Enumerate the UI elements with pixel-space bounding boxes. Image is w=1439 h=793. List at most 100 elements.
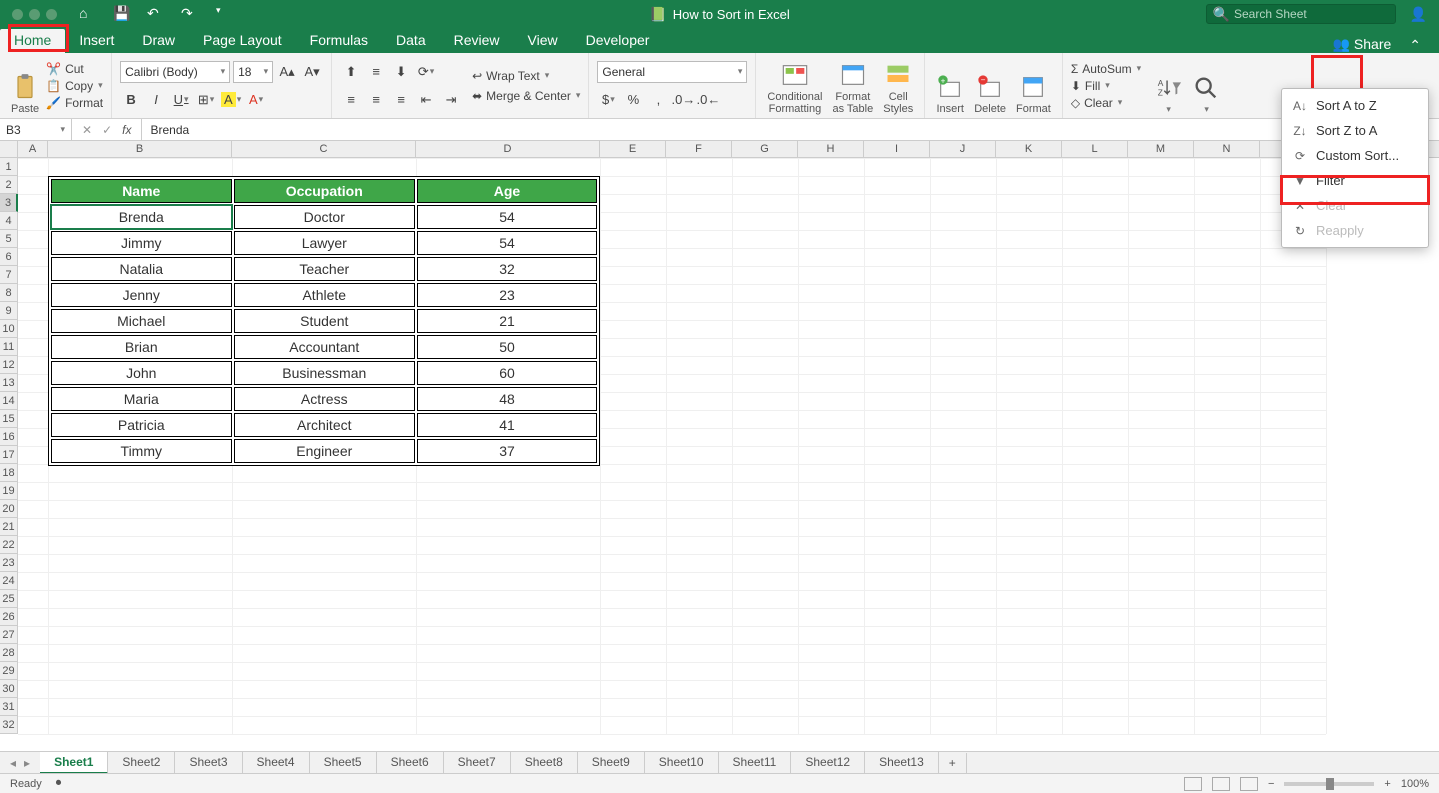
undo-icon[interactable]: ↶ bbox=[147, 6, 163, 22]
cut-button[interactable]: ✂️Cut bbox=[46, 62, 103, 76]
row-header-17[interactable]: 17 bbox=[0, 446, 18, 464]
home-icon[interactable]: ⌂ bbox=[79, 6, 95, 22]
decrease-decimal-button[interactable]: .0← bbox=[697, 89, 719, 111]
merge-center-button[interactable]: ⬌Merge & Center▾ bbox=[472, 89, 580, 103]
accept-formula-icon[interactable]: ✓ bbox=[102, 123, 112, 137]
row-header-28[interactable]: 28 bbox=[0, 644, 18, 662]
copy-button[interactable]: 📋Copy▾ bbox=[46, 79, 103, 93]
zoom-level[interactable]: 100% bbox=[1401, 778, 1429, 790]
tab-formulas[interactable]: Formulas bbox=[296, 29, 382, 53]
wrap-text-button[interactable]: ↩Wrap Text▾ bbox=[472, 69, 580, 83]
view-page-layout-button[interactable] bbox=[1212, 777, 1230, 791]
row-header-29[interactable]: 29 bbox=[0, 662, 18, 680]
sheet-tab-sheet1[interactable]: Sheet1 bbox=[40, 752, 108, 774]
format-as-table-button[interactable]: Format as Table bbox=[829, 57, 876, 115]
table-cell[interactable]: 50 bbox=[417, 335, 597, 359]
percent-button[interactable]: % bbox=[622, 89, 644, 111]
sheet-tab-sheet2[interactable]: Sheet2 bbox=[108, 752, 175, 774]
bold-button[interactable]: B bbox=[120, 89, 142, 111]
sheet-nav-prev[interactable]: ▸ bbox=[24, 756, 30, 770]
col-header-H[interactable]: H bbox=[798, 141, 864, 157]
share-button[interactable]: 👥Share bbox=[1332, 36, 1391, 53]
menu-sort-za[interactable]: Z↓Sort Z to A bbox=[1282, 118, 1428, 143]
qa-more-icon[interactable]: ▾ bbox=[216, 6, 232, 22]
row-header-30[interactable]: 30 bbox=[0, 680, 18, 698]
traffic-max[interactable] bbox=[46, 9, 57, 20]
fill-button[interactable]: ⬇Fill▾ bbox=[1071, 79, 1141, 93]
table-cell[interactable]: Jimmy bbox=[51, 231, 232, 255]
col-header-M[interactable]: M bbox=[1128, 141, 1194, 157]
data-table[interactable]: NameOccupationAgeBrendaDoctor54JimmyLawy… bbox=[48, 176, 600, 466]
row-header-22[interactable]: 22 bbox=[0, 536, 18, 554]
find-select-button[interactable]: ▾ bbox=[1189, 57, 1223, 115]
align-right-button[interactable]: ≡ bbox=[390, 89, 412, 111]
collapse-ribbon-icon[interactable]: ⌃ bbox=[1409, 38, 1421, 52]
col-header-I[interactable]: I bbox=[864, 141, 930, 157]
table-cell[interactable]: 37 bbox=[417, 439, 597, 463]
table-cell[interactable]: Student bbox=[234, 309, 415, 333]
row-header-32[interactable]: 32 bbox=[0, 716, 18, 734]
cancel-formula-icon[interactable]: ✕ bbox=[82, 123, 92, 137]
row-header-16[interactable]: 16 bbox=[0, 428, 18, 446]
row-header-21[interactable]: 21 bbox=[0, 518, 18, 536]
col-header-J[interactable]: J bbox=[930, 141, 996, 157]
table-cell[interactable]: Patricia bbox=[51, 413, 232, 437]
select-all-corner[interactable] bbox=[0, 141, 18, 157]
col-header-L[interactable]: L bbox=[1062, 141, 1128, 157]
table-cell[interactable]: 48 bbox=[417, 387, 597, 411]
row-header-24[interactable]: 24 bbox=[0, 572, 18, 590]
font-size-select[interactable]: 18▾ bbox=[233, 61, 273, 83]
col-header-N[interactable]: N bbox=[1194, 141, 1260, 157]
row-header-27[interactable]: 27 bbox=[0, 626, 18, 644]
row-header-14[interactable]: 14 bbox=[0, 392, 18, 410]
sheet-tab-sheet9[interactable]: Sheet9 bbox=[578, 752, 645, 774]
sheet-tab-sheet7[interactable]: Sheet7 bbox=[444, 752, 511, 774]
col-header-C[interactable]: C bbox=[232, 141, 416, 157]
zoom-in-button[interactable]: + bbox=[1384, 778, 1390, 790]
orientation-button[interactable]: ⟳▾ bbox=[415, 61, 437, 83]
increase-font-button[interactable]: A▴ bbox=[276, 61, 298, 83]
row-header-25[interactable]: 25 bbox=[0, 590, 18, 608]
row-header-1[interactable]: 1 bbox=[0, 158, 18, 176]
table-cell[interactable]: Athlete bbox=[234, 283, 415, 307]
underline-button[interactable]: U▾ bbox=[170, 89, 192, 111]
row-header-11[interactable]: 11 bbox=[0, 338, 18, 356]
menu-custom-sort[interactable]: ⟳Custom Sort... bbox=[1282, 143, 1428, 168]
clear-button[interactable]: ◇Clear▾ bbox=[1071, 96, 1141, 110]
row-header-26[interactable]: 26 bbox=[0, 608, 18, 626]
name-box[interactable]: B3▾ bbox=[0, 119, 72, 140]
align-center-button[interactable]: ≡ bbox=[365, 89, 387, 111]
table-cell[interactable]: Accountant bbox=[234, 335, 415, 359]
tab-draw[interactable]: Draw bbox=[128, 29, 189, 53]
delete-cells-button[interactable]: − Delete bbox=[971, 57, 1009, 115]
row-header-18[interactable]: 18 bbox=[0, 464, 18, 482]
row-header-13[interactable]: 13 bbox=[0, 374, 18, 392]
increase-indent-button[interactable]: ⇥ bbox=[440, 89, 462, 111]
col-header-K[interactable]: K bbox=[996, 141, 1062, 157]
sheet-tab-sheet6[interactable]: Sheet6 bbox=[377, 752, 444, 774]
table-cell[interactable]: 41 bbox=[417, 413, 597, 437]
table-header[interactable]: Occupation bbox=[234, 179, 415, 203]
decrease-font-button[interactable]: A▾ bbox=[301, 61, 323, 83]
table-cell[interactable]: Brenda bbox=[51, 205, 232, 229]
font-color-button[interactable]: A▾ bbox=[245, 89, 267, 111]
paste-button[interactable]: Paste bbox=[8, 57, 42, 115]
sheet-tab-sheet12[interactable]: Sheet12 bbox=[791, 752, 865, 774]
align-bottom-button[interactable]: ⬇ bbox=[390, 61, 412, 83]
col-header-B[interactable]: B bbox=[48, 141, 232, 157]
macro-record-icon[interactable]: ⏺ bbox=[56, 777, 62, 790]
table-cell[interactable]: Architect bbox=[234, 413, 415, 437]
add-sheet-button[interactable]: + bbox=[939, 753, 967, 773]
row-header-20[interactable]: 20 bbox=[0, 500, 18, 518]
sheet-tab-sheet4[interactable]: Sheet4 bbox=[243, 752, 310, 774]
table-cell[interactable]: Timmy bbox=[51, 439, 232, 463]
col-header-G[interactable]: G bbox=[732, 141, 798, 157]
row-header-3[interactable]: 3 bbox=[0, 194, 18, 212]
row-header-15[interactable]: 15 bbox=[0, 410, 18, 428]
table-cell[interactable]: John bbox=[51, 361, 232, 385]
row-header-5[interactable]: 5 bbox=[0, 230, 18, 248]
zoom-out-button[interactable]: − bbox=[1268, 778, 1274, 790]
cell-styles-button[interactable]: Cell Styles bbox=[880, 57, 916, 115]
row-header-9[interactable]: 9 bbox=[0, 302, 18, 320]
sheet-nav-first[interactable]: ◂ bbox=[10, 756, 16, 770]
